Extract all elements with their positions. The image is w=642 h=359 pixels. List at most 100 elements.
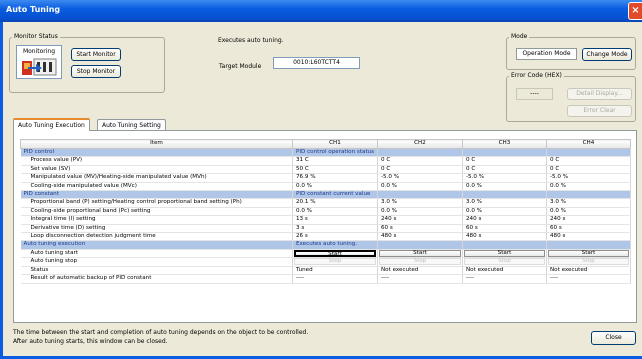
row-label: PID constant xyxy=(20,190,293,200)
target-module-label: Target Module xyxy=(219,63,262,70)
cell-ch2: 240 s xyxy=(377,215,463,225)
cell-ch3: 480 s xyxy=(462,232,547,242)
monitor-status-label: Monitor Status xyxy=(12,33,60,40)
column-header-ch2: CH2 xyxy=(377,139,463,149)
cell-ch1: 20.1 % xyxy=(292,198,378,208)
cell-ch3: 0 C xyxy=(462,156,547,166)
start-ch3-button[interactable]: Start xyxy=(464,250,545,257)
cell-ch1: 3 s xyxy=(292,224,378,234)
table-body: PID control PID control operation status P… xyxy=(20,148,631,284)
mode-value: Operation Mode xyxy=(522,50,571,57)
section-caption xyxy=(377,190,463,200)
section-caption xyxy=(546,148,631,158)
table-row: Process value (PV) 31 C0 C0 C0 C xyxy=(20,156,631,166)
target-module-field: 0010:L60TCTT4 xyxy=(273,57,360,69)
close-icon[interactable]: × xyxy=(628,2,642,20)
cell-ch2: Not executed xyxy=(377,266,463,276)
cell-ch2: 0.0 % xyxy=(377,207,463,217)
cell-ch4: 0 C xyxy=(546,156,631,166)
cell-ch1: ---- xyxy=(292,274,378,284)
monitoring-state-text: Monitoring xyxy=(22,48,56,55)
table-row: Cooling-side manipulated value (MVc) 0.0 … xyxy=(20,182,631,192)
cell-ch3: Not executed xyxy=(462,266,547,276)
cell-ch4: 0.0 % xyxy=(546,207,631,217)
column-header-ch1: CH1 xyxy=(292,139,378,149)
cell-ch4: 240 s xyxy=(546,215,631,225)
cell-ch3: 60 s xyxy=(462,224,547,234)
table-row: Cooling-side proportional band (Pc) sett… xyxy=(20,207,631,217)
tab-auto-tuning-execution[interactable]: Auto Tuning Execution xyxy=(13,118,90,131)
close-button-label: Close xyxy=(605,334,622,341)
row-label: PID control xyxy=(20,148,293,158)
table-row: Loop disconnection detection judgment ti… xyxy=(20,232,631,242)
monitor-status-group: Monitor Status Monitoring Start Monitor … xyxy=(9,33,165,93)
detail-display-button[interactable]: Detail Display... xyxy=(567,88,632,100)
auto-tuning-table: Item CH1 CH2 CH3 CH4 PID control PID cont… xyxy=(20,139,631,284)
row-label: Integral time (I) setting xyxy=(20,215,293,225)
cell-ch3: 0.0 % xyxy=(462,182,547,192)
cell-ch4: 60 s xyxy=(546,224,631,234)
cell-ch4: Start xyxy=(546,249,631,259)
start-ch4-button[interactable]: Start xyxy=(548,250,629,257)
tab-auto-tuning-setting[interactable]: Auto Tuning Setting xyxy=(97,119,166,130)
cell-ch3: Stop xyxy=(462,257,547,267)
cell-ch4: 0 C xyxy=(546,165,631,175)
section-caption xyxy=(377,240,463,250)
close-button[interactable]: Close xyxy=(591,331,636,345)
target-module-value: 0010:L60TCTT4 xyxy=(293,59,340,66)
column-header-ch3: CH3 xyxy=(462,139,547,149)
cell-ch4: 480 s xyxy=(546,232,631,242)
cell-ch4: 0.0 % xyxy=(546,182,631,192)
cell-ch1: 0.0 % xyxy=(292,207,378,217)
start-monitor-button[interactable]: Start Monitor xyxy=(71,48,121,61)
table-row: Proportional band (P) setting/Heating co… xyxy=(20,198,631,208)
stop-ch1-button[interactable]: Stop xyxy=(294,258,376,266)
start-monitor-label: Start Monitor xyxy=(76,51,116,58)
cell-ch1: 26 s xyxy=(292,232,378,242)
row-label: Cooling-side manipulated value (MVc) xyxy=(20,182,293,192)
section-caption xyxy=(546,190,631,200)
error-code-field: ---- xyxy=(516,88,553,100)
table-row: Status Tuned Not executed Not executed Not e… xyxy=(20,266,631,276)
stop-ch3-button[interactable]: Stop xyxy=(464,258,545,266)
cell-ch1: 76.9 % xyxy=(292,173,378,183)
title-bar: Auto Tuning × xyxy=(0,0,642,22)
start-ch1-button[interactable]: Start xyxy=(294,250,376,257)
row-label: Derivative time (D) setting xyxy=(20,224,293,234)
cell-ch1: Tuned xyxy=(292,266,378,276)
table-row: Set value (SV) 50 C0 C0 C0 C xyxy=(20,165,631,175)
table-row: Derivative time (D) setting 3 s 60 s 60 s 60… xyxy=(20,224,631,234)
footer-note-line1: The time between the start and completio… xyxy=(13,329,309,336)
cell-ch2: 480 s xyxy=(377,232,463,242)
row-label: Manipulated value (MV)/Heating-side mani… xyxy=(20,173,293,183)
error-clear-button[interactable]: Error Clear xyxy=(567,105,632,117)
cell-ch1: Start xyxy=(292,249,378,259)
window-body: Monitor Status Monitoring Start Monitor … xyxy=(0,22,642,359)
cell-ch1: Stop xyxy=(292,257,378,267)
mode-label: Mode xyxy=(509,33,530,40)
table-row: Auto tuning stop Stop Stop Stop Stop xyxy=(20,257,631,267)
footer-note-line2: After auto tuning starts, this window ca… xyxy=(13,338,168,345)
stop-ch2-button[interactable]: Stop xyxy=(379,258,461,266)
executes-auto-tuning-text: Executes auto tuning. xyxy=(218,37,284,44)
cell-ch2: -5.0 % xyxy=(377,173,463,183)
tab-auto-tuning-setting-label: Auto Tuning Setting xyxy=(102,122,161,129)
stop-ch4-button[interactable]: Stop xyxy=(548,258,629,266)
table-row: Result of automatic backup of PID consta… xyxy=(20,274,631,284)
cell-ch4: -5.0 % xyxy=(546,173,631,183)
cell-ch4: Not executed xyxy=(546,266,631,276)
cell-ch3: Start xyxy=(462,249,547,259)
table-row: Manipulated value (MV)/Heating-side mani… xyxy=(20,173,631,183)
start-ch2-button[interactable]: Start xyxy=(379,250,461,257)
stop-monitor-button[interactable]: Stop Monitor xyxy=(71,65,121,78)
cell-ch3: 240 s xyxy=(462,215,547,225)
section-caption xyxy=(462,240,547,250)
table-section-row: PID constant PID constant current value xyxy=(20,190,631,200)
change-mode-button[interactable]: Change Mode xyxy=(582,48,632,61)
cell-ch3: 0 C xyxy=(462,165,547,175)
monitoring-icon xyxy=(22,58,57,76)
row-label: Cooling-side proportional band (Pc) sett… xyxy=(20,207,293,217)
cell-ch2: 0 C xyxy=(377,156,463,166)
error-code-value: ---- xyxy=(530,90,539,97)
row-label: Auto tuning start xyxy=(20,249,293,259)
